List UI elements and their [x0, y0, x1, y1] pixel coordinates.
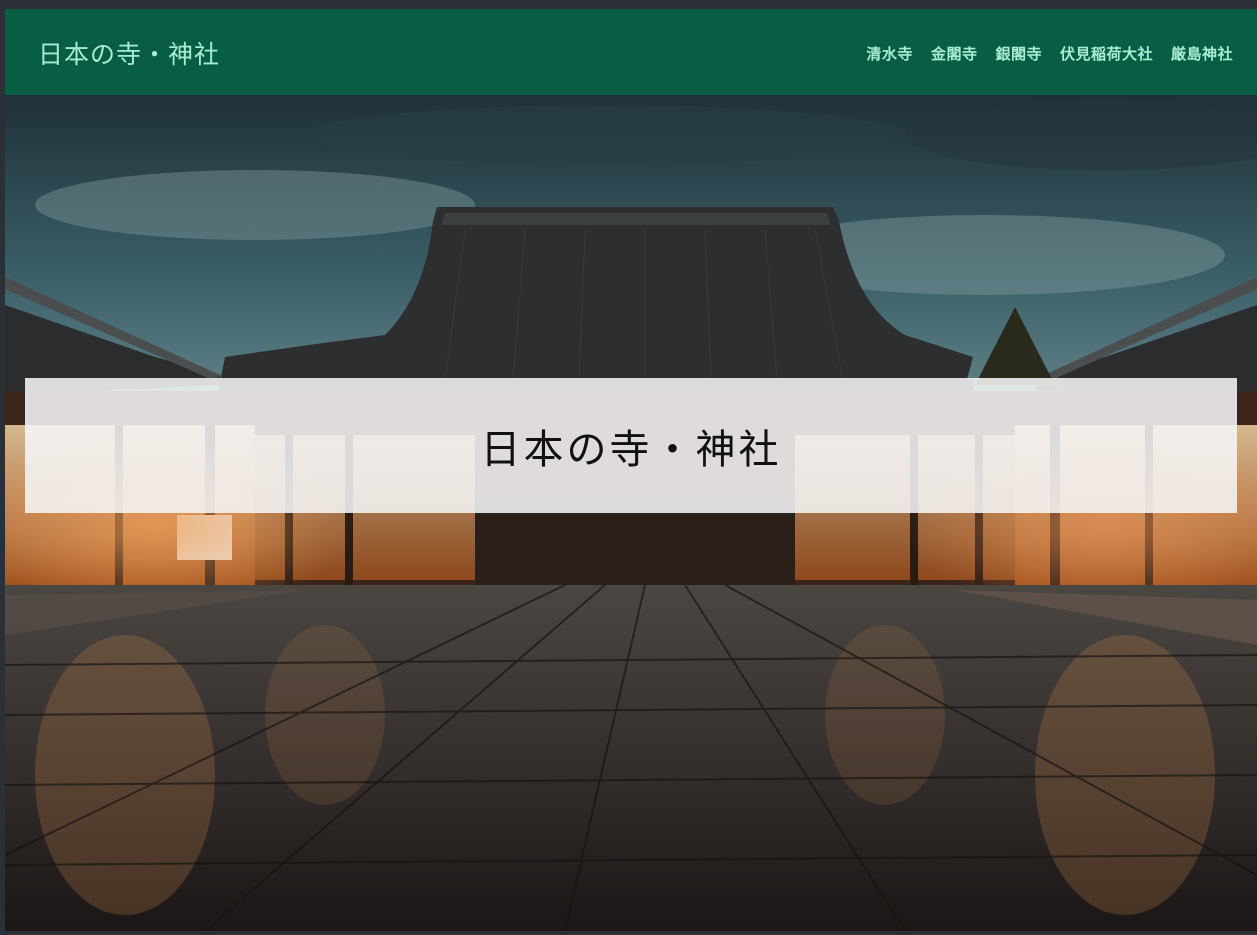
site-brand-link[interactable]: 日本の寺・神社 [38, 35, 220, 71]
nav-link-itsukushima[interactable]: 厳島神社 [1171, 43, 1233, 64]
page-frame: 日本の寺・神社 清水寺 金閣寺 銀閣寺 伏見稲荷大社 厳島神社 日本の寺・神社 [5, 9, 1257, 931]
hero-section [5, 95, 1257, 931]
navbar: 日本の寺・神社 清水寺 金閣寺 銀閣寺 伏見稲荷大社 厳島神社 [5, 9, 1257, 95]
nav-link-fushimi-inari[interactable]: 伏見稲荷大社 [1060, 43, 1153, 64]
nav-link-kinkakuji[interactable]: 金閣寺 [931, 43, 978, 64]
hero-image [5, 95, 1257, 931]
hero-title: 日本の寺・神社 [480, 426, 782, 473]
nav-link-ginkakuji[interactable]: 銀閣寺 [995, 43, 1042, 64]
nav-links: 清水寺 金閣寺 銀閣寺 伏見稲荷大社 厳島神社 [866, 43, 1233, 64]
hero-banner: 日本の寺・神社 [25, 378, 1237, 513]
nav-link-kiyomizudera[interactable]: 清水寺 [866, 43, 913, 64]
